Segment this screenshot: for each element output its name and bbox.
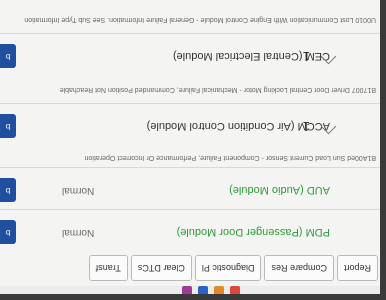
status-icons — [182, 286, 240, 294]
list-item-accm[interactable]: ACCM (Air Condition Control Module) 1 b — [0, 103, 380, 144]
transfer-button[interactable]: Transf — [88, 255, 128, 281]
module-status: Normal — [62, 227, 95, 238]
app-icon-orange — [214, 286, 224, 294]
app-icon-blue — [198, 286, 208, 294]
diagnostic-app-screen: Report Compare Res Diagnostic Pl Clear D… — [0, 0, 380, 294]
status-bar — [0, 286, 380, 294]
module-action-button[interactable]: b — [0, 220, 16, 244]
app-icon-purple — [182, 286, 192, 294]
module-action-button[interactable]: b — [0, 114, 16, 138]
module-action-button[interactable]: b — [0, 178, 16, 202]
dtc-count: 1 — [302, 49, 310, 64]
list-item-pdm[interactable]: PDM (Passenger Door Module) Normal b — [0, 209, 380, 250]
module-title: AUD (Audio Module) — [229, 184, 330, 196]
dtc-description: U0010 Lost Communication With Engine Con… — [24, 16, 376, 23]
list-item-cem[interactable]: CEM (Central Electrical Module) 1 b — [0, 33, 380, 74]
module-title: PDM (Passenger Door Module) — [176, 226, 330, 238]
toolbar: Report Compare Res Diagnostic Pl Clear D… — [0, 250, 380, 286]
clear-dtcs-button[interactable]: Clear DTCs — [130, 255, 192, 281]
app-icon-red — [230, 286, 240, 294]
dtc-description: B17007 Driver Door Central Locking Motor… — [59, 86, 376, 93]
list-item-aud[interactable]: AUD (Audio Module) Normal b — [0, 167, 380, 208]
rotated-photo-of-screen: Report Compare Res Diagnostic Pl Clear D… — [0, 0, 386, 300]
module-action-button[interactable]: b — [0, 44, 16, 68]
diagnostic-plan-button[interactable]: Diagnostic Pl — [194, 255, 262, 281]
dtc-count: 1 — [302, 119, 310, 134]
report-button[interactable]: Report — [336, 255, 378, 281]
compare-results-button[interactable]: Compare Res — [264, 255, 334, 281]
module-status: Normal — [62, 185, 95, 196]
dtc-description: B1A00ed Sun Load Current Sensor - Compon… — [84, 154, 376, 161]
